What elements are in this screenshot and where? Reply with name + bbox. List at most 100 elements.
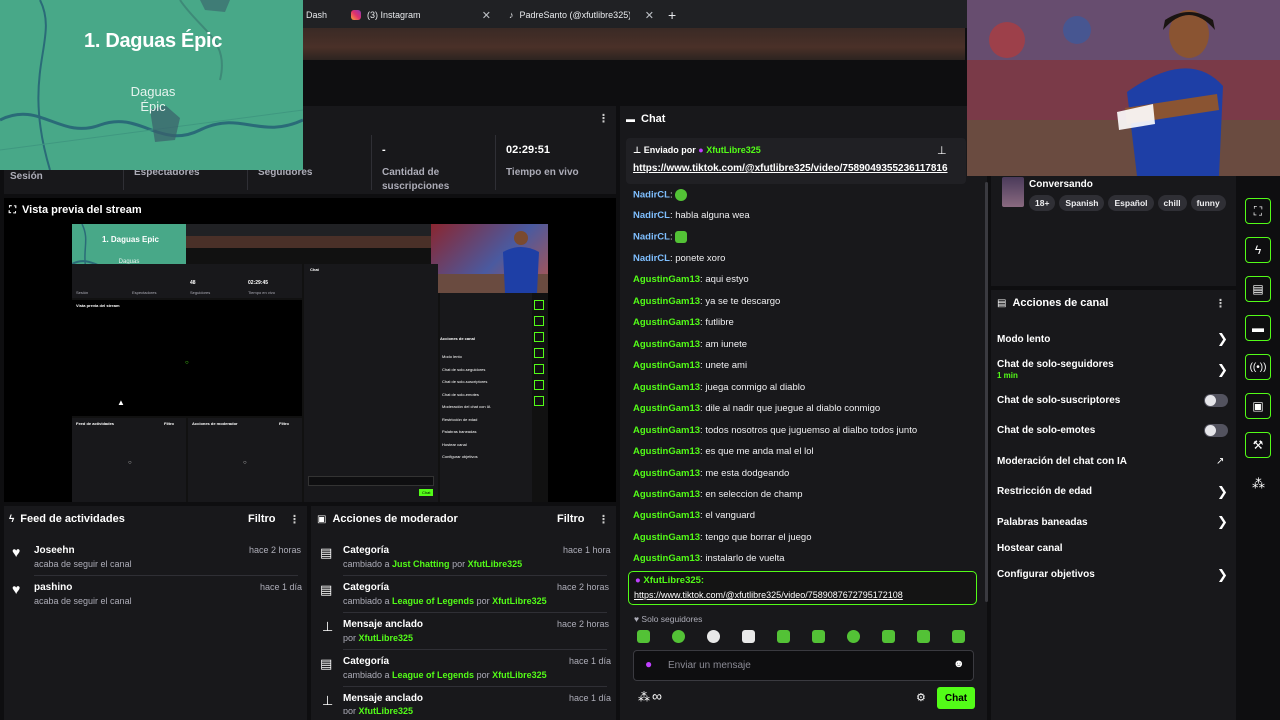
emote-bar[interactable] [637,630,977,644]
emoji-icon[interactable]: ☻ [953,658,965,670]
pinned-user: XfutLibre325 [706,145,761,155]
tab-dashboard[interactable]: Dash [300,4,340,26]
actions-menu-icon[interactable]: ⋮ [1215,297,1226,310]
chevron-right-icon[interactable]: ❯ [1217,484,1228,500]
live-time-label: Tiempo en vivo [506,167,579,178]
chevron-right-icon[interactable]: ❯ [1217,331,1228,347]
external-link-icon[interactable]: ↗ [1216,456,1224,467]
age-restriction-item[interactable]: Restricción de edad [997,486,1092,497]
mini-action-item: Chat de solo-suscriptores [442,379,488,384]
activity-menu-icon[interactable]: ⋮ [289,513,300,526]
send-chat-button[interactable]: Chat [937,687,975,709]
heart-icon: ♥ [12,581,21,597]
divider [343,575,607,576]
close-tab-icon[interactable]: ✕ [645,9,654,22]
host-channel-item[interactable]: Hostear canal [997,543,1063,554]
mod-menu-icon[interactable]: ⋮ [598,513,609,526]
configure-goals-item[interactable]: Configurar objetivos [997,569,1095,580]
chat-input[interactable]: Enviar un mensaje [668,660,751,671]
chat-message: AgustinGam13: tengo que borrar el juego [633,532,812,543]
subs-value: - [382,144,386,156]
mod-item-sub: cambiado a League of Legends por XfutLib… [343,596,547,606]
mini-viewers-label: Espectadores [132,290,157,295]
banned-words-item[interactable]: Palabras baneadas [997,517,1088,528]
emote-icon [742,630,755,643]
chat-message: AgustinGam13: en seleccion de champ [633,489,803,500]
chat-scrollbar[interactable] [985,182,988,602]
channel-actions-panel [991,290,1236,720]
emotes-only-toggle[interactable] [1204,424,1228,437]
chevron-right-icon[interactable]: ❯ [1217,362,1228,378]
mini-send-button: Chat [419,489,434,496]
feed-item-time: hace 1 día [260,582,303,592]
broadcast-icon: ((•)) [1249,361,1267,373]
divider [34,575,298,576]
mini-spinner-icon: ○ [243,460,247,466]
mini-actions-title: Acciones de canal [440,336,475,341]
chat-message: AgustinGam13: dile al nadir que juegue a… [633,403,881,414]
feed-item-sub: acaba de seguir el canal [34,596,132,606]
activity-feed-panel [4,506,307,720]
divider [343,612,607,613]
notes-button[interactable]: ▤ [1245,276,1271,302]
chat-popout-button[interactable]: ▬ [1245,315,1271,341]
mod-item-title: Mensaje anclado [343,619,424,630]
tab-tiktok[interactable]: ♪ PadreSanto (@xfutlibre325) | Ti ✕ [503,4,658,26]
lightning-icon: ϟ [1254,243,1262,257]
channel-tag: Español [1108,195,1154,211]
preview-icon: ⛶ [9,204,16,216]
stats-menu-icon[interactable]: ⋮ [598,112,609,125]
slow-mode-item[interactable]: Modo lento [997,334,1050,345]
new-tab-button[interactable]: + [662,4,682,26]
infinity-icon[interactable]: ∞ [652,688,662,704]
divider [343,649,607,650]
highlighted-url[interactable]: https://www.tiktok.com/@xfutlibre325/vid… [634,590,903,600]
chevron-right-icon[interactable]: ❯ [1217,567,1228,583]
chevron-right-icon[interactable]: ❯ [1217,514,1228,530]
subs-only-toggle[interactable] [1204,394,1228,407]
close-tab-icon[interactable]: ✕ [482,9,491,22]
mod-item-sub: por XfutLibre325 [343,706,414,714]
mini-spinner-icon: ○ [185,360,189,366]
chat-title: Chat [641,113,666,125]
mini-action-item: Moderación del chat con IA [442,404,491,409]
channel-actions-header: ▤ Acciones de canal [997,297,1108,309]
tools-button[interactable]: ⚒ [1245,432,1271,458]
settings-icon[interactable]: ⚙ [916,691,926,704]
channel-tags: 18+ Spanish Español chill funny [1029,195,1230,211]
wrench-icon: ⚒ [1252,438,1264,452]
channel-tag: Spanish [1059,195,1105,211]
quick-actions-button[interactable]: ϟ [1245,237,1271,263]
mini-action-item: Palabras baneadas [442,429,477,434]
kick-logo-icon[interactable]: ⁂ [638,690,650,704]
activity-feed-title: Feed de actividades [20,513,125,525]
tab-label: PadreSanto (@xfutlibre325) | Ti [519,10,630,20]
activity-filter-button[interactable]: Filtro [248,513,276,525]
chat-message: AgustinGam13: instalarlo de vuelta [633,553,785,564]
ai-moderation-item[interactable]: Moderación del chat con IA [997,456,1127,467]
unpin-icon[interactable]: ⊥ [937,144,947,157]
moderation-button[interactable]: ▣ [1245,393,1271,419]
mod-filter-button[interactable]: Filtro [557,513,585,525]
chat-message: AgustinGam13: unete ami [633,360,748,371]
tab-instagram[interactable]: (3) Instagram ✕ [345,4,495,26]
stream-preview-video[interactable]: 1. Daguas Epic Daguas Epic Sesión Espect… [72,224,548,502]
followers-only-item[interactable]: Chat de solo-seguidores [997,359,1114,370]
emote-icon [882,630,895,643]
mini-preview [72,300,302,416]
followers-only-label: Solo seguidores [641,614,703,624]
pinned-url[interactable]: https://www.tiktok.com/@xfutlibre325/vid… [633,163,948,174]
mini-chat-label: Chat [310,267,319,272]
broadcast-button[interactable]: ((•)) [1245,354,1271,380]
kick-logo-icon[interactable]: ⁂ [1252,476,1265,492]
followers-only-value: 1 min [997,371,1018,380]
emote-icon [707,630,720,643]
mini-session-label: Sesión [76,290,89,295]
fullscreen-button[interactable]: ⛶ [1245,198,1271,224]
feed-item-name: Joseehn [34,545,75,556]
emote-icon [952,630,965,643]
mini-followers-value: 48 [190,280,196,286]
chat-message: AgustinGam13: juega conmigo al diablo [633,382,806,393]
highlighted-user: XfutLibre325: [643,575,705,586]
mod-item-time: hace 1 día [569,656,612,666]
